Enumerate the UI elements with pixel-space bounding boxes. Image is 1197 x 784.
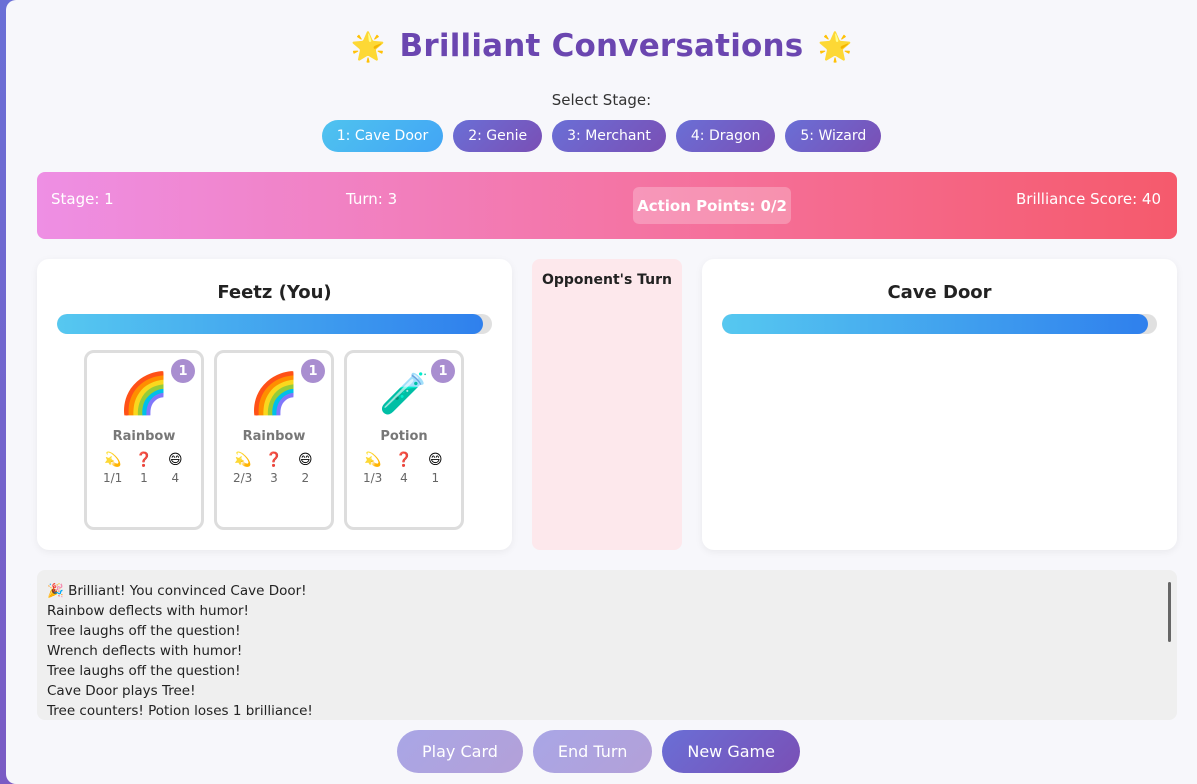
card-stat-value: 4	[171, 471, 180, 485]
stage-indicator: Stage: 1	[51, 190, 114, 208]
game-log[interactable]: 🎉 Brilliant! You convinced Cave Door! Ra…	[37, 570, 1177, 720]
card-stat-value: 1/1	[103, 471, 123, 485]
card-stat-value: 3	[270, 471, 278, 485]
question-icon: ❓	[135, 452, 153, 468]
dizzy-icon: 💫	[103, 452, 122, 468]
card-stat-value: 2	[301, 471, 310, 485]
log-line: Tree laughs off the question!	[47, 623, 241, 639]
end-turn-button[interactable]: End Turn	[532, 730, 653, 773]
game-title-text: Brilliant Conversations	[399, 28, 804, 64]
card-stat-value: 4	[400, 471, 408, 485]
log-scrollbar[interactable]	[1168, 582, 1171, 642]
log-line: Tree laughs off the question!	[47, 663, 241, 679]
question-icon: ❓	[395, 452, 413, 468]
card-stats: 💫 2/3 ❓ 3 😄 2	[227, 451, 321, 485]
brilliance-score: Brilliance Score: 40	[1016, 190, 1161, 208]
new-game-button[interactable]: New Game	[662, 730, 800, 773]
log-line: Rainbow deflects with humor!	[47, 603, 249, 619]
log-line: 🎉 Brilliant! You convinced Cave Door!	[47, 583, 307, 599]
stage-button-wizard[interactable]: 5: Wizard	[785, 120, 882, 152]
opponent-brilliance-fill	[722, 314, 1149, 334]
opponent-brilliance-bar	[722, 314, 1157, 334]
card-stats: 💫 1/3 ❓ 4 😄 1	[357, 451, 451, 485]
log-line: Wrench deflects with humor!	[47, 643, 243, 659]
smile-icon: 😄	[428, 452, 443, 468]
star-icon: 🌟	[817, 30, 853, 63]
card-stat-value: 1	[140, 471, 148, 485]
dizzy-icon: 💫	[233, 452, 252, 468]
smile-icon: 😄	[168, 452, 183, 468]
opponent-name: Cave Door	[887, 282, 992, 303]
card-stats: 💫 1/1 ❓ 1 😄 4	[97, 451, 191, 485]
test-tube-icon: 🧪	[379, 371, 429, 417]
opponent-panel: Cave Door	[702, 259, 1177, 550]
card-stat-value: 1/3	[363, 471, 383, 485]
dizzy-icon: 💫	[363, 452, 382, 468]
card-name: Rainbow	[242, 429, 306, 444]
player-brilliance-fill	[57, 314, 484, 334]
player-panel: Feetz (You) 1 🌈 Rainbow 💫 1/1 ❓ 1 😄 4 1 🌈 R…	[37, 259, 512, 550]
card-name: Rainbow	[112, 429, 176, 444]
question-icon: ❓	[265, 452, 283, 468]
log-line: Tree counters! Potion loses 1 brilliance…	[47, 703, 313, 719]
card-stat-value: 2/3	[233, 471, 253, 485]
player-name: Feetz (You)	[217, 282, 332, 303]
star-icon: 🌟	[350, 30, 386, 63]
player-brilliance-bar	[57, 314, 492, 334]
stage-selector: 1: Cave Door 2: Genie 3: Merchant 4: Dra…	[6, 120, 1197, 152]
rainbow-icon: 🌈	[119, 371, 169, 417]
log-line: Cave Door plays Tree!	[47, 683, 196, 699]
card-name: Potion	[380, 429, 428, 444]
status-bar: Stage: 1 Turn: 3 Action Points: 0/2 Bril…	[37, 172, 1177, 239]
stage-select-label: Select Stage:	[551, 91, 652, 109]
hand-card[interactable]: 1 🌈 Rainbow 💫 1/1 ❓ 1 😄 4	[84, 350, 204, 530]
game-title: 🌟 Brilliant Conversations 🌟	[6, 28, 1197, 64]
stage-button-cave-door[interactable]: 1: Cave Door	[321, 120, 444, 152]
action-points-badge: Action Points: 0/2	[633, 187, 791, 224]
rainbow-icon: 🌈	[249, 371, 299, 417]
turn-indicator: Turn: 3	[346, 190, 398, 208]
turn-indicator-label: Opponent's Turn	[541, 272, 673, 288]
stage-button-dragon[interactable]: 4: Dragon	[675, 120, 776, 152]
turn-zone: Opponent's Turn	[532, 259, 682, 550]
smile-icon: 😄	[298, 452, 313, 468]
hand-card[interactable]: 1 🧪 Potion 💫 1/3 ❓ 4 😄 1	[344, 350, 464, 530]
hand-card[interactable]: 1 🌈 Rainbow 💫 2/3 ❓ 3 😄 2	[214, 350, 334, 530]
card-stat-value: 1	[431, 471, 440, 485]
action-buttons: Play Card End Turn New Game	[0, 730, 1197, 773]
stage-button-genie[interactable]: 2: Genie	[453, 120, 543, 152]
play-card-button[interactable]: Play Card	[397, 730, 523, 773]
stage-button-merchant[interactable]: 3: Merchant	[552, 120, 666, 152]
